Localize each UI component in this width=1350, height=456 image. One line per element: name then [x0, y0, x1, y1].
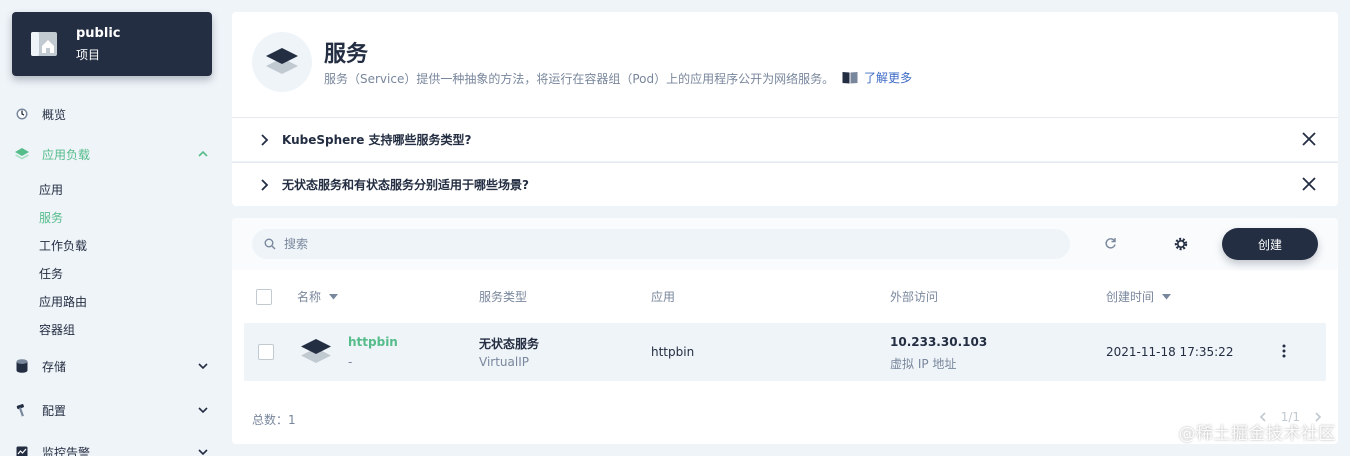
- watermark: @稀土掘金技术社区: [1178, 424, 1336, 444]
- dashboard-icon: [14, 106, 30, 122]
- monitor-icon: [14, 444, 30, 456]
- service-app: httpbin: [651, 345, 695, 359]
- sidebar-subitem-jobs[interactable]: 任务: [39, 265, 63, 285]
- chevron-right-icon: [261, 133, 269, 146]
- faq-question: KubeSphere 支持哪些服务类型?: [282, 133, 472, 147]
- refresh-icon[interactable]: [1104, 237, 1117, 250]
- sidebar-item-app-workloads[interactable]: 应用负载: [12, 140, 212, 168]
- service-list-panel: 创建 名称 服务类型 应用 外部访问 创建时间 httpbin - 无状态服务 …: [232, 218, 1338, 444]
- sidebar-subitem-workloads[interactable]: 工作负载: [39, 237, 87, 257]
- column-header-type: 服务类型: [479, 288, 527, 305]
- column-header-label: 创建时间: [1106, 290, 1155, 304]
- sidebar-item-label: 应用负载: [42, 147, 91, 162]
- sidebar-item-monitoring[interactable]: 监控告警: [12, 438, 212, 456]
- page-description: 服务（Service）提供一种抽象的方法，将运行在容器组（Pod）上的应用程序公…: [324, 72, 835, 86]
- sidebar-subitem-routes[interactable]: 应用路由: [39, 293, 87, 313]
- column-header-app: 应用: [651, 288, 675, 305]
- learn-more-link[interactable]: 了解更多: [842, 69, 912, 86]
- sidebar-item-storage[interactable]: 存储: [12, 352, 212, 380]
- sort-down-icon: [1162, 293, 1172, 299]
- sidebar-subitem-services[interactable]: 服务: [39, 209, 63, 229]
- select-all-checkbox[interactable]: [256, 289, 272, 305]
- sidebar-item-label: 概览: [42, 107, 67, 122]
- sidebar-item-config[interactable]: 配置: [12, 396, 212, 424]
- project-icon: [31, 32, 57, 56]
- sidebar-item-label: 配置: [42, 403, 67, 418]
- sidebar-subitem-pods[interactable]: 容器组: [39, 321, 75, 341]
- chevron-down-icon: [198, 363, 208, 370]
- learn-more-label: 了解更多: [864, 71, 913, 85]
- chevron-up-icon: [198, 150, 208, 157]
- project-type: 项目: [76, 48, 101, 62]
- page-title: 服务: [324, 42, 369, 67]
- column-header-external: 外部访问: [890, 288, 938, 305]
- sort-down-icon: [329, 293, 339, 299]
- close-icon[interactable]: [1302, 177, 1316, 191]
- hammer-icon: [14, 402, 30, 418]
- external-ip-type: 虚拟 IP 地址: [890, 357, 957, 371]
- layers-icon: [14, 146, 30, 162]
- column-header-label: 名称: [297, 290, 322, 304]
- more-icon[interactable]: [1282, 344, 1286, 358]
- sidebar-item-overview[interactable]: 概览: [12, 100, 212, 128]
- created-time: 2021-11-18 17:35:22: [1106, 345, 1234, 359]
- service-description: -: [348, 355, 353, 369]
- chevron-down-icon: [198, 407, 208, 414]
- book-icon: [842, 72, 858, 84]
- column-header-created[interactable]: 创建时间: [1106, 288, 1172, 305]
- project-name: public: [76, 26, 121, 41]
- close-icon[interactable]: [1302, 132, 1316, 146]
- external-ip: 10.233.30.103: [890, 335, 988, 349]
- search-input[interactable]: [284, 237, 984, 251]
- service-type: 无状态服务: [479, 337, 540, 351]
- column-header-label: 外部访问: [890, 290, 939, 304]
- search-box[interactable]: [252, 229, 1070, 259]
- toolbar: 创建: [232, 218, 1338, 270]
- total-count: 总数：1: [252, 413, 296, 427]
- chevron-down-icon: [198, 449, 208, 456]
- chevron-right-icon: [261, 178, 269, 191]
- faq-question: 无状态服务和有状态服务分别适用于哪些场景?: [282, 178, 529, 192]
- project-card[interactable]: public 项目: [12, 12, 212, 76]
- service-type-sub: VirtualIP: [479, 355, 529, 369]
- row-checkbox[interactable]: [258, 344, 274, 360]
- sidebar-subitem-apps[interactable]: 应用: [39, 181, 63, 201]
- sidebar-item-label: 存储: [42, 359, 67, 374]
- search-icon: [264, 238, 276, 250]
- faq-item-service-types[interactable]: KubeSphere 支持哪些服务类型?: [232, 117, 1338, 161]
- table-row[interactable]: httpbin - 无状态服务 VirtualIP httpbin 10.233…: [244, 323, 1326, 381]
- gear-icon[interactable]: [1174, 237, 1188, 251]
- create-button[interactable]: 创建: [1222, 228, 1318, 260]
- service-icon: [301, 339, 331, 363]
- service-name-link[interactable]: httpbin: [348, 335, 398, 349]
- column-header-label: 服务类型: [479, 290, 528, 304]
- column-header-name[interactable]: 名称: [297, 288, 339, 305]
- page-header: 服务 服务（Service）提供一种抽象的方法，将运行在容器组（Pod）上的应用…: [232, 12, 1338, 118]
- sidebar-item-label: 监控告警: [42, 445, 91, 456]
- database-icon: [14, 358, 30, 374]
- column-header-label: 应用: [651, 290, 676, 304]
- service-icon: [252, 32, 312, 92]
- faq-item-stateless-stateful[interactable]: 无状态服务和有状态服务分别适用于哪些场景?: [232, 162, 1338, 206]
